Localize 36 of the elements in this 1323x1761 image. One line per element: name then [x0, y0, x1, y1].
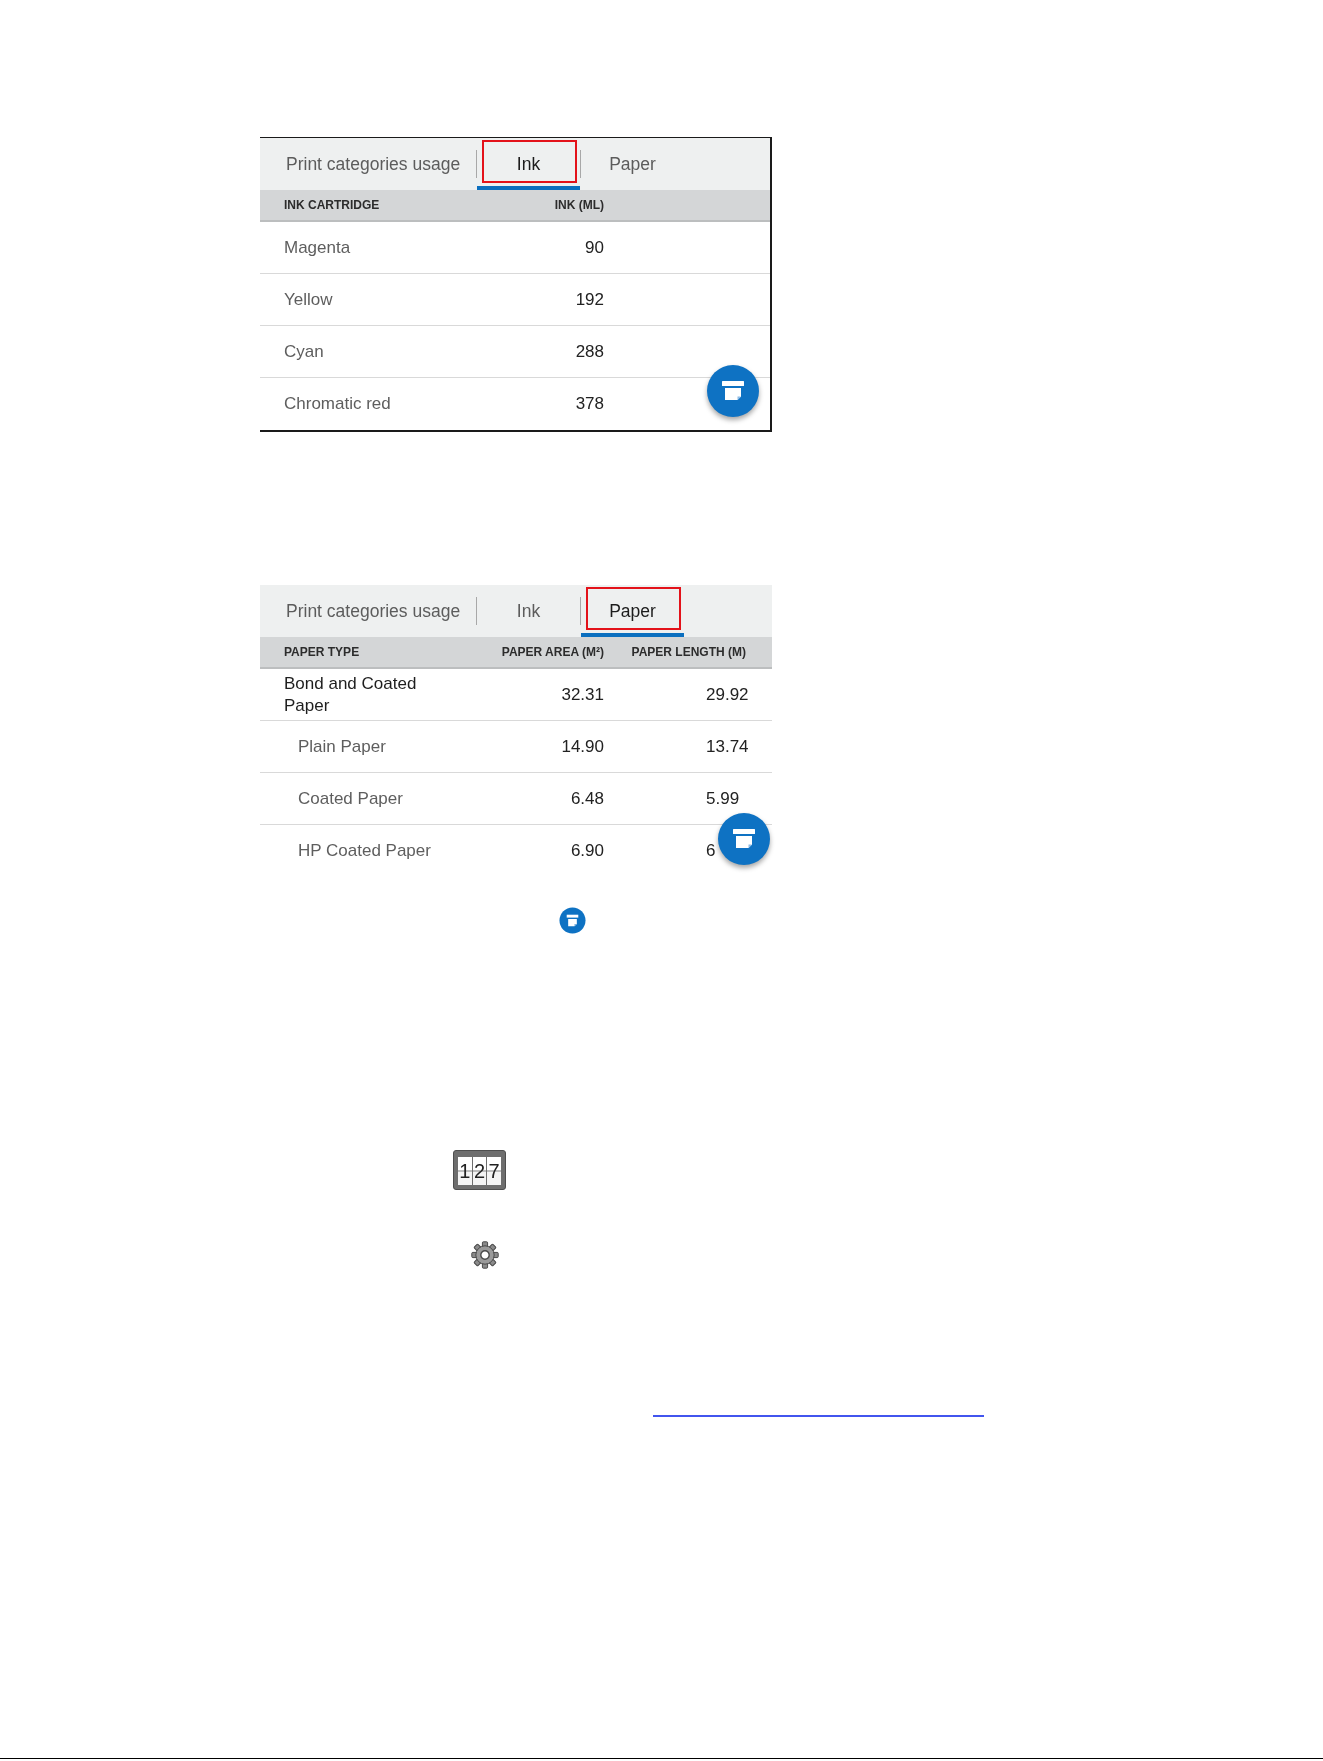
tab[interactable]: Ink	[477, 585, 580, 637]
table-cell: 29.92	[706, 683, 749, 706]
table-cell: Yellow	[284, 288, 333, 311]
column-header: INK (ML)	[554, 198, 604, 212]
table-cell: 6.90	[570, 840, 604, 862]
table-cell: Cyan	[284, 340, 324, 363]
table-cell: 32.31	[561, 683, 604, 706]
tab[interactable]: Print categories usage	[260, 138, 476, 190]
counter-digit: 1	[458, 1157, 472, 1185]
table-cell: 5.99	[706, 787, 740, 810]
column-header: INK CARTRIDGE	[284, 198, 380, 212]
tab[interactable]: Print categories usage	[260, 585, 476, 637]
printer-icon	[559, 907, 586, 934]
table-cell: 6	[706, 840, 716, 862]
table-cell: 378	[575, 393, 604, 415]
table-cell-text: Bond and Coated Paper	[284, 672, 418, 717]
floating-action-button[interactable]	[707, 365, 759, 417]
table-cell: 192	[575, 288, 604, 311]
floating-action-button[interactable]	[718, 813, 770, 865]
table-cell: 13.74	[706, 735, 749, 758]
table-cell: Coated Paper	[298, 787, 403, 810]
gear-icon	[471, 1241, 499, 1269]
column-header: PAPER LENGTH (M)	[631, 645, 746, 659]
table-cell: Chromatic red	[284, 393, 391, 415]
tab[interactable]: Paper	[581, 138, 684, 190]
table-cell: Plain Paper	[298, 735, 386, 758]
column-header: PAPER AREA (M²)	[501, 645, 604, 659]
table-cell: Magenta	[284, 236, 351, 259]
column-header: PAPER TYPE	[284, 645, 360, 659]
table-cell: HP Coated Paper	[298, 840, 431, 862]
table-cell: 90	[585, 236, 604, 259]
counter-digit: 7	[487, 1157, 501, 1185]
counter-digit: 2	[472, 1157, 487, 1185]
table-cell: 288	[575, 340, 604, 363]
table-cell: 6.48	[570, 787, 604, 810]
table-cell: 14.90	[561, 735, 604, 758]
